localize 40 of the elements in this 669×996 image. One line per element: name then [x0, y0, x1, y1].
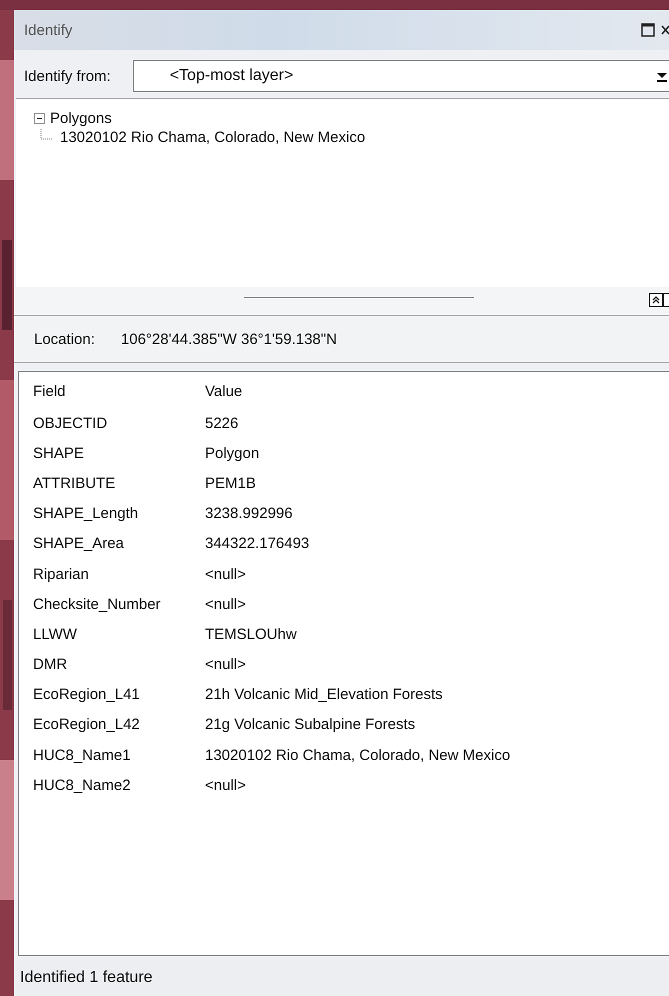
- field-cell-text: EcoRegion_L41: [33, 686, 141, 704]
- status-text: Identified 1 feature: [20, 969, 153, 987]
- field-cell-text: SHAPE_Area: [33, 535, 125, 552]
- layer-dropdown[interactable]: <Top-most layer>: [132, 60, 669, 92]
- field-cell-text: HUC8_Name2: [33, 776, 132, 794]
- value-cell: <null>: [205, 596, 246, 613]
- tree-item[interactable]: Polygons: [50, 110, 112, 126]
- field-cell-text: OBJECTID: [33, 414, 108, 432]
- field-cell-text: SHAPE: [33, 444, 85, 462]
- column-header: Field: [33, 382, 67, 400]
- location-label: Location:: [34, 330, 95, 348]
- value-cell: 3238.992996: [205, 505, 293, 522]
- field-cell-text: ATTRIBUTE: [33, 474, 116, 492]
- tree-item[interactable]: 13020102 Rio Chama, Colorado, New Mexico: [60, 129, 366, 146]
- collapse-icon[interactable]: [34, 112, 45, 124]
- value-cell: Polygon: [205, 444, 260, 462]
- field-cell-text: SHAPE_Length: [33, 505, 140, 522]
- field-cell-text: HUC8_Name1: [33, 746, 132, 764]
- value-cell: 21h Volcanic Mid_Elevation Forests: [205, 686, 443, 704]
- value-cell: <null>: [205, 776, 246, 794]
- value-cell: 5226: [205, 414, 238, 432]
- value-cell: <null>: [205, 656, 246, 674]
- field-cell-text: LLWW: [33, 626, 78, 643]
- field-cell-text: Checksite_Number: [33, 596, 162, 613]
- value-cell: 21g Volcanic Subalpine Forests: [205, 716, 416, 734]
- value-cell: TEMSLOUhw: [205, 626, 297, 643]
- value-cell: 344322.176493: [205, 535, 310, 552]
- field-cell-text: Riparian: [33, 566, 90, 583]
- value-cell: 13020102 Rio Chama, Colorado, New Mexico: [205, 746, 510, 764]
- field-cell-text: EcoRegion_L42: [33, 716, 141, 734]
- field-cell-text: DMR: [33, 656, 68, 674]
- maximize-icon[interactable]: [641, 23, 655, 37]
- identify-from-label: Identify from:: [24, 68, 111, 84]
- close-icon[interactable]: [661, 23, 669, 37]
- column-header: Value: [205, 382, 242, 400]
- value-cell: <null>: [205, 566, 246, 583]
- location-value: 106°28'44.385"W 36°1'59.138"N: [120, 330, 337, 348]
- value-cell: PEM1B: [205, 474, 256, 492]
- caret-icon: [657, 70, 667, 82]
- window-title: Identify: [24, 22, 72, 38]
